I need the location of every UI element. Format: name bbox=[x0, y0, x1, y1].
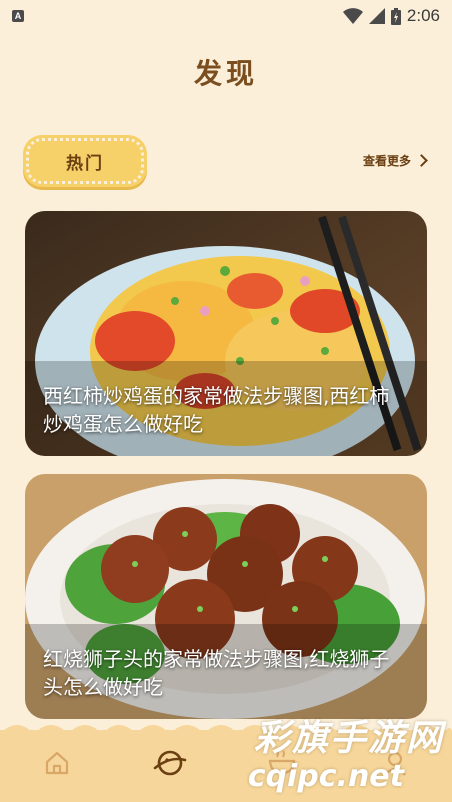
recipe-card-caption: 西红柿炒鸡蛋的家常做法步骤图,西红柿炒鸡蛋怎么做好吃 bbox=[43, 384, 390, 436]
bottom-tab-bar bbox=[0, 725, 452, 802]
recipe-card[interactable]: 红烧狮子头的家常做法步骤图,红烧狮子头怎么做好吃 bbox=[25, 474, 427, 719]
recipe-card-caption: 红烧狮子头的家常做法步骤图,红烧狮子头怎么做好吃 bbox=[43, 647, 390, 699]
status-time: 2:06 bbox=[406, 6, 440, 25]
chevron-right-icon bbox=[415, 154, 428, 167]
view-more-label: 查看更多 bbox=[362, 154, 411, 168]
status-left: A bbox=[12, 10, 24, 22]
hot-tab-badge[interactable]: 热门 bbox=[26, 138, 144, 184]
tab-discover[interactable] bbox=[140, 738, 200, 788]
bowl-icon bbox=[268, 750, 296, 775]
battery-icon bbox=[390, 7, 401, 25]
profile-icon bbox=[384, 751, 406, 776]
tab-profile[interactable] bbox=[365, 738, 425, 788]
signal-icon bbox=[368, 8, 385, 24]
tab-bowl[interactable] bbox=[252, 738, 312, 788]
page-title: 发现 bbox=[193, 57, 258, 90]
view-more-link[interactable]: 查看更多 bbox=[362, 152, 428, 169]
status-bar: A 2:06 bbox=[0, 0, 452, 32]
recipe-card[interactable]: 西红柿炒鸡蛋的家常做法步骤图,西红柿炒鸡蛋怎么做好吃 bbox=[25, 211, 427, 456]
notification-icon: A bbox=[12, 10, 24, 22]
section-header: 热门 查看更多 bbox=[26, 138, 428, 186]
discover-icon bbox=[153, 750, 187, 776]
home-icon bbox=[45, 751, 69, 775]
tab-bar-scallop-edge bbox=[0, 725, 452, 734]
tab-home[interactable] bbox=[27, 738, 87, 788]
hot-tab-label: 热门 bbox=[66, 153, 104, 174]
wifi-icon bbox=[342, 8, 363, 24]
status-right: 2:06 bbox=[342, 6, 440, 26]
